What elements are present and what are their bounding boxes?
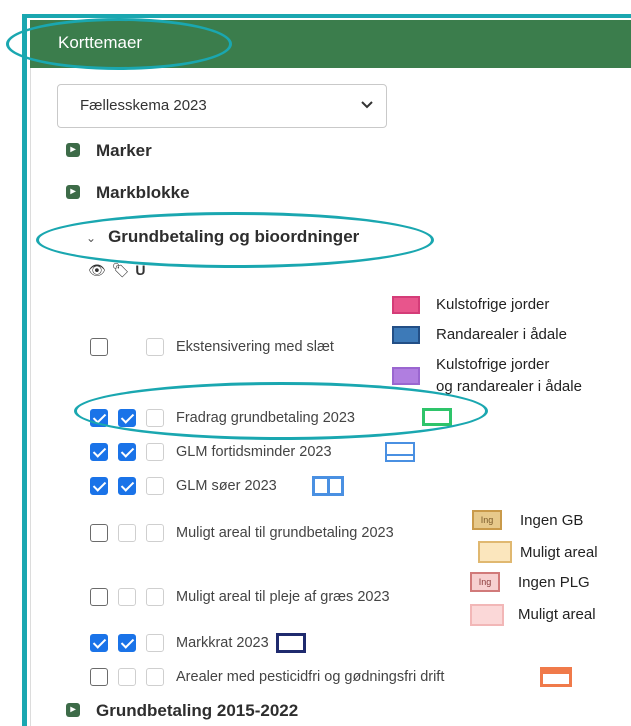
layer-label-checkbox[interactable] — [118, 477, 136, 495]
layer-label: GLM fortidsminder 2023 — [176, 444, 332, 460]
legend-swatch: Ing — [472, 510, 502, 530]
layer-visible-checkbox[interactable] — [90, 524, 108, 542]
layer-visible-checkbox[interactable] — [90, 477, 108, 495]
layer-select-checkbox[interactable] — [146, 477, 164, 495]
expand-icon: ▸ — [66, 142, 80, 157]
layer-select-checkbox[interactable] — [146, 668, 164, 686]
layer-visible-checkbox[interactable] — [90, 668, 108, 686]
layer-label-checkbox[interactable] — [118, 634, 136, 652]
legend-swatch — [385, 442, 415, 462]
highlight-oval-fradrag — [74, 382, 488, 440]
highlight-oval-section — [36, 212, 434, 268]
layer-label: Muligt areal til grundbetaling 2023 — [176, 525, 394, 541]
layer-select-checkbox[interactable] — [146, 634, 164, 652]
legend-label: Muligt areal — [520, 544, 598, 561]
layer-select-checkbox[interactable] — [146, 443, 164, 461]
legend-label: Ingen GB — [520, 512, 584, 529]
legend-label: Ingen PLG — [518, 574, 590, 591]
tag-icon: 🏷 — [111, 262, 130, 278]
legend-label: Kulstofrige jorder — [436, 356, 550, 373]
layer-label: Arealer med pesticidfri og gødningsfri d… — [176, 669, 445, 685]
section-grundbetaling-old-label: Grundbetaling 2015-2022 — [96, 701, 299, 720]
section-marker-label: Marker — [96, 141, 152, 160]
layer-visible-checkbox[interactable] — [90, 634, 108, 652]
section-markblokke-label: Markblokke — [96, 183, 190, 202]
legend-swatch — [312, 476, 344, 496]
eye-icon: 👁 — [88, 262, 106, 278]
layer-label-checkbox[interactable] — [118, 588, 136, 606]
highlight-oval-header — [6, 18, 232, 70]
legend-label-line2: og randarealer i ådale — [436, 378, 582, 395]
layer-label: Markkrat 2023 — [176, 635, 269, 651]
legend-swatch — [276, 633, 306, 653]
legend-swatch — [540, 667, 572, 687]
layer-label: Ekstensivering med slæt — [176, 339, 334, 355]
layer-label-checkbox[interactable] — [118, 524, 136, 542]
layer-visible-checkbox[interactable] — [90, 443, 108, 461]
section-markblokke[interactable]: ▸ Markblokke — [66, 183, 190, 203]
layer-select-checkbox[interactable] — [146, 338, 164, 356]
layer-label: GLM søer 2023 — [176, 478, 277, 494]
layer-select-checkbox[interactable] — [146, 588, 164, 606]
layer-label: Muligt areal til pleje af græs 2023 — [176, 589, 390, 605]
layer-visible-checkbox[interactable] — [90, 588, 108, 606]
chevron-down-icon — [361, 101, 373, 109]
legend-swatch — [392, 326, 420, 344]
legend-label: Kulstofrige jorder — [436, 296, 550, 313]
layer-label-checkbox[interactable] — [118, 668, 136, 686]
layer-select-checkbox[interactable] — [146, 524, 164, 542]
expand-icon: ▸ — [66, 702, 80, 717]
layer-tool-icons: 👁 🏷 Ü — [88, 262, 145, 279]
section-grundbetaling-old[interactable]: ▸ Grundbetaling 2015-2022 — [66, 701, 298, 721]
theme-select[interactable]: Fællesskema 2023 — [57, 84, 387, 128]
legend-swatch — [470, 604, 504, 626]
theme-select-value: Fællesskema 2023 — [80, 97, 207, 114]
layer-label-checkbox[interactable] — [118, 443, 136, 461]
legend-label: Muligt areal — [518, 606, 596, 623]
legend-swatch — [478, 541, 512, 563]
legend-swatch: Ing — [470, 572, 500, 592]
legend-label: Randarealer i ådale — [436, 326, 567, 343]
legend-swatch — [392, 296, 420, 314]
panel-frame-left — [22, 14, 27, 726]
layer-visible-checkbox[interactable] — [90, 338, 108, 356]
section-marker[interactable]: ▸ Marker — [66, 141, 152, 161]
legend-swatch — [392, 367, 420, 385]
expand-icon: ▸ — [66, 184, 80, 199]
